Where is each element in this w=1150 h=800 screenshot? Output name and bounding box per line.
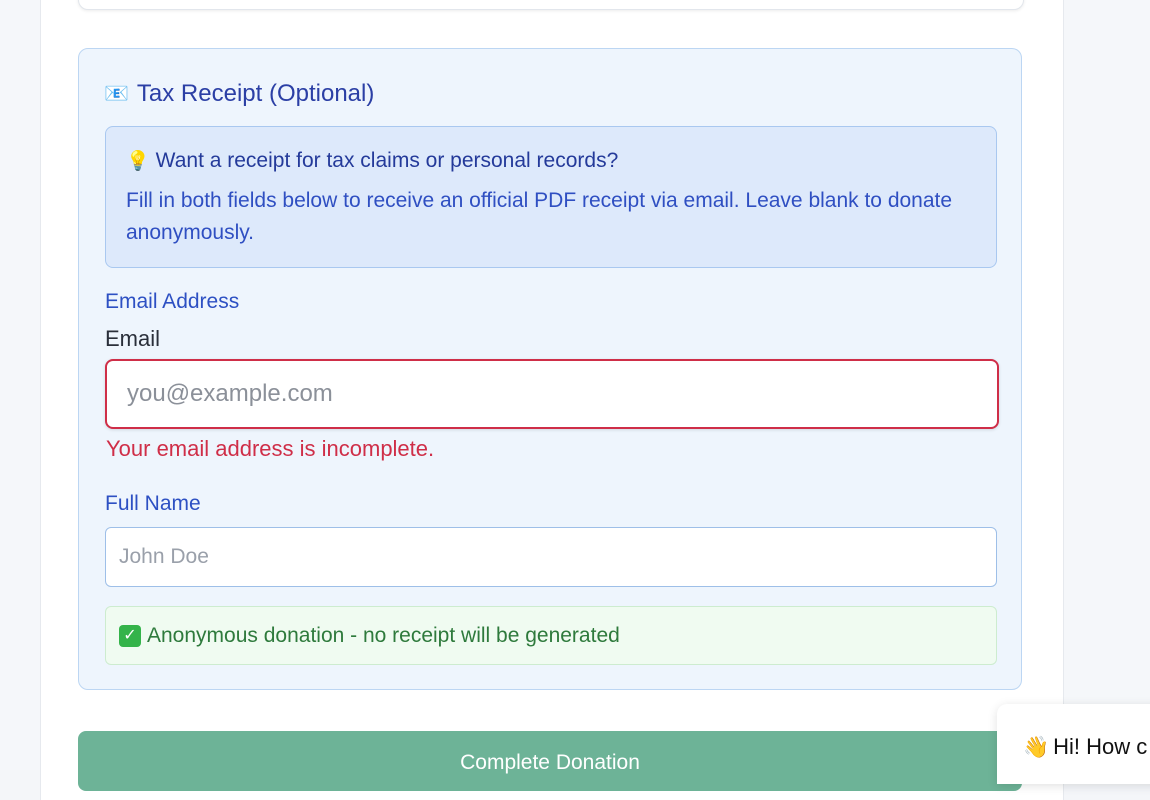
receipt-info-text: Fill in both fields below to receive an … (126, 189, 953, 244)
chat-widget[interactable]: 👋 Hi! How c (997, 704, 1150, 784)
anonymous-status-box: ✓ Anonymous donation - no receipt will b… (105, 606, 997, 665)
email-address-label: Email Address (105, 290, 240, 313)
complete-donation-button[interactable]: Complete Donation (78, 731, 1022, 791)
receipt-info-heading: 💡 Want a receipt for tax claims or perso… (126, 149, 618, 173)
email-error-message: Your email address is incomplete. (106, 436, 435, 461)
tax-receipt-heading: 📧 Tax Receipt (Optional) (104, 78, 374, 110)
email-field-label: Email (105, 326, 161, 351)
tax-receipt-title: Tax Receipt (Optional) (136, 80, 375, 107)
envelope-icon: 📧 (104, 83, 129, 105)
email-input[interactable] (105, 359, 999, 429)
chat-greeting-text: Hi! How c (1053, 734, 1148, 759)
previous-section-card (78, 0, 1024, 10)
waving-hand-icon: 👋 (1023, 736, 1050, 759)
receipt-info-box: 💡 Want a receipt for tax claims or perso… (105, 126, 997, 268)
full-name-label: Full Name (105, 492, 201, 515)
check-mark-icon: ✓ (119, 624, 141, 647)
chat-greeting[interactable]: 👋 Hi! How c (1023, 734, 1147, 760)
receipt-info-heading-text: Want a receipt for tax claims or persona… (155, 149, 619, 172)
anonymous-status-text: Anonymous donation - no receipt will be … (147, 623, 620, 647)
lightbulb-icon: 💡 (126, 151, 150, 172)
full-name-input[interactable] (105, 527, 997, 587)
